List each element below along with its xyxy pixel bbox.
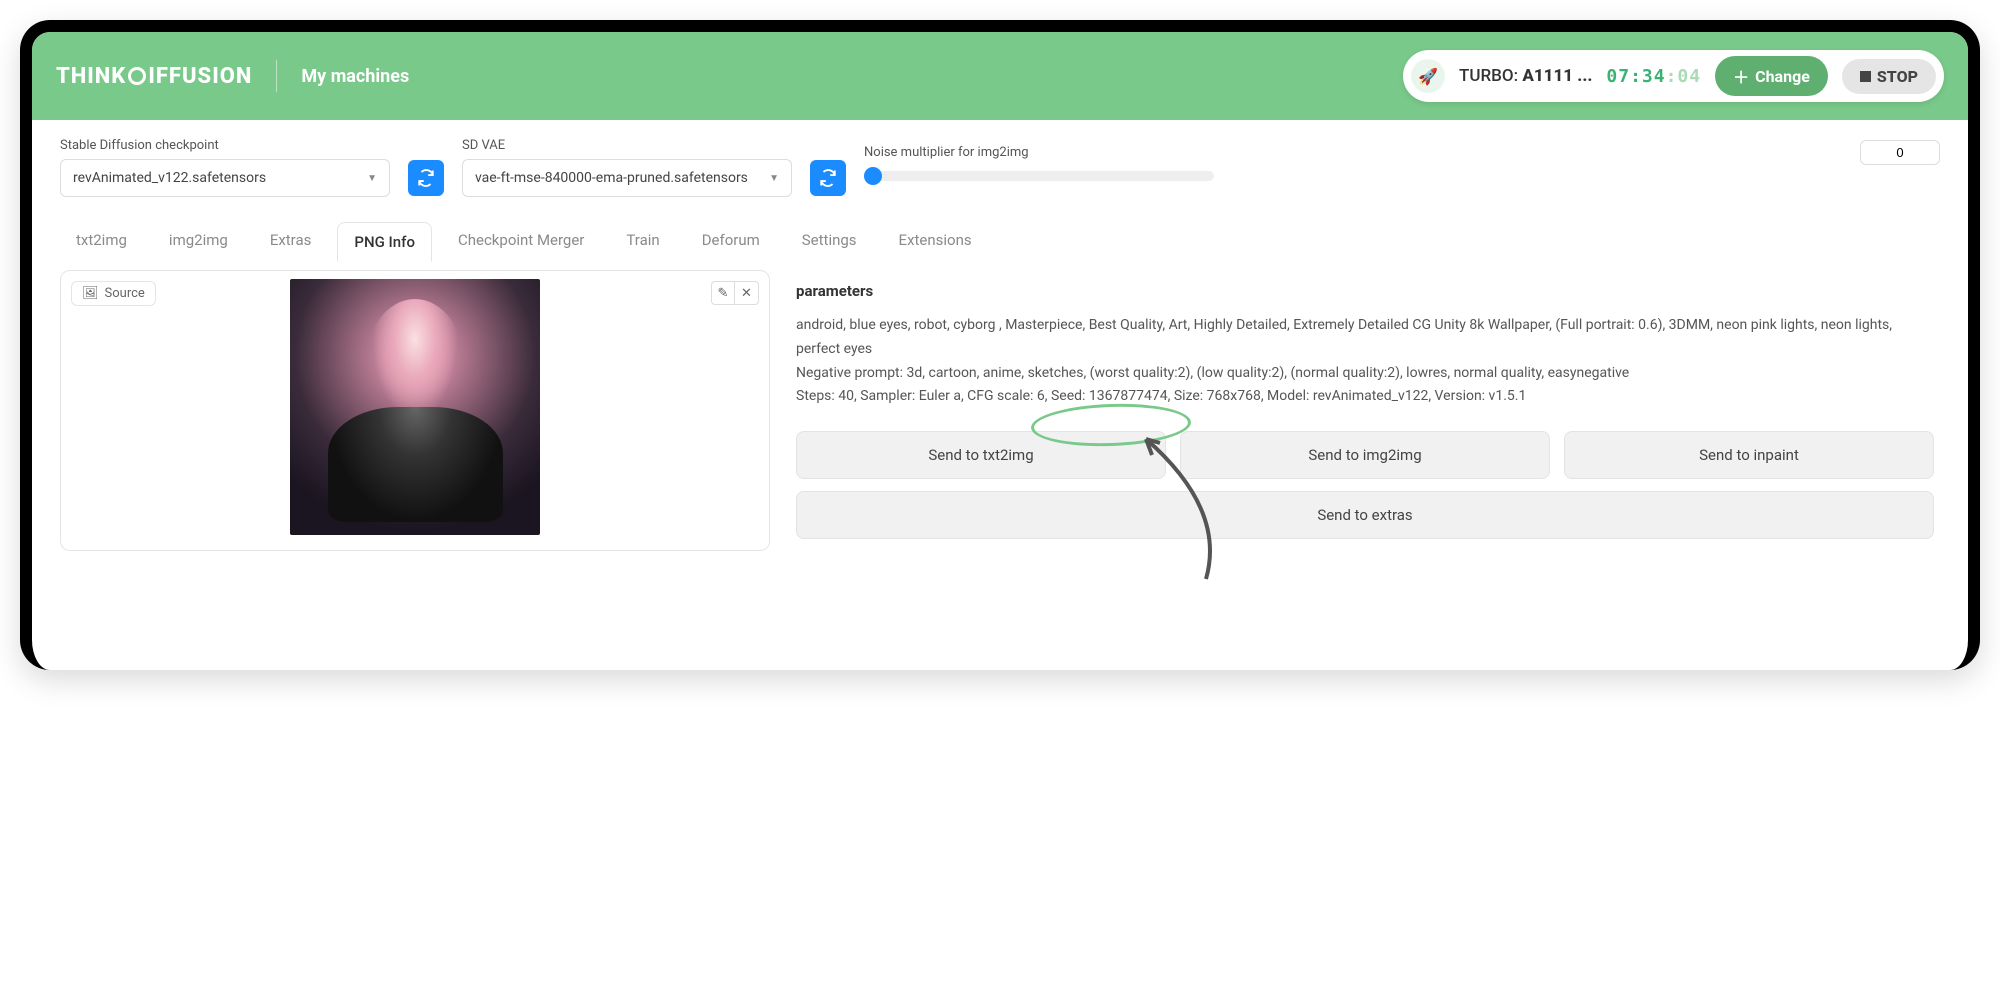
checkpoint-value: revAnimated_v122.safetensors	[73, 170, 266, 186]
parameters-text: android, blue eyes, robot, cyborg , Mast…	[796, 314, 1934, 409]
negative-prompt-text: Negative prompt: 3d, cartoon, anime, ske…	[796, 365, 1629, 381]
vae-field: SD VAE vae-ft-mse-840000-ema-pruned.safe…	[462, 138, 792, 197]
plus-icon: ＋	[1733, 64, 1749, 88]
send-to-img2img-button[interactable]: Send to img2img	[1180, 431, 1550, 479]
image-preview	[290, 279, 540, 535]
refresh-checkpoint-button[interactable]	[408, 160, 444, 196]
send-to-txt2img-button[interactable]: Send to txt2img	[796, 431, 1166, 479]
checkpoint-select[interactable]: revAnimated_v122.safetensors ▼	[60, 159, 390, 197]
noise-group: Noise multiplier for img2img	[864, 140, 1940, 181]
parameters-panel: parameters android, blue eyes, robot, cy…	[790, 270, 1940, 551]
clock-sec: :04	[1666, 66, 1702, 87]
refresh-icon	[417, 169, 435, 187]
app-frame: THINKIFFUSION My machines 🚀 TURBO: A1111…	[20, 20, 1980, 670]
tab-img2img[interactable]: img2img	[153, 221, 244, 261]
edit-image-button[interactable]: ✎	[711, 281, 735, 305]
refresh-vae-button[interactable]	[810, 160, 846, 196]
tab-png-info[interactable]: PNG Info	[337, 222, 432, 262]
turbo-value: A1111 ...	[1522, 66, 1592, 86]
divider	[276, 60, 277, 92]
stop-button[interactable]: STOP	[1842, 59, 1936, 94]
page-title: My machines	[301, 66, 409, 87]
noise-slider[interactable]	[864, 171, 1214, 181]
tabs: txt2img img2img Extras PNG Info Checkpoi…	[60, 221, 1940, 262]
tab-settings[interactable]: Settings	[786, 221, 873, 261]
source-badge: 🖼 Source	[71, 281, 156, 306]
metadata-text: Steps: 40, Sampler: Euler a, CFG scale: …	[796, 388, 1526, 404]
image-icon: 🖼	[82, 286, 99, 301]
send-buttons-row: Send to txt2img Send to img2img Send to …	[796, 431, 1934, 479]
prompt-text: android, blue eyes, robot, cyborg , Mast…	[796, 317, 1892, 357]
tab-deforum[interactable]: Deforum	[686, 221, 776, 261]
noise-input[interactable]	[1860, 140, 1940, 165]
parameters-title: parameters	[796, 282, 1934, 300]
change-button[interactable]: ＋ Change	[1715, 56, 1828, 96]
session-clock: 07:34:04	[1606, 66, 1701, 87]
tab-checkpoint-merger[interactable]: Checkpoint Merger	[442, 221, 600, 261]
vae-select[interactable]: vae-ft-mse-840000-ema-pruned.safetensors…	[462, 159, 792, 197]
logo: THINKIFFUSION	[56, 64, 252, 89]
stop-icon	[1860, 71, 1871, 82]
tab-txt2img[interactable]: txt2img	[60, 221, 143, 261]
tab-extensions[interactable]: Extensions	[883, 221, 988, 261]
panel-row: 🖼 Source ✎ ✕ parameters android, blue ey…	[60, 270, 1940, 551]
checkpoint-field: Stable Diffusion checkpoint revAnimated_…	[60, 138, 390, 197]
send-to-inpaint-button[interactable]: Send to inpaint	[1564, 431, 1934, 479]
controls-row: Stable Diffusion checkpoint revAnimated_…	[60, 138, 1940, 197]
stop-label: STOP	[1877, 67, 1918, 86]
topbar: THINKIFFUSION My machines 🚀 TURBO: A1111…	[32, 32, 1968, 120]
chevron-down-icon: ▼	[769, 173, 779, 184]
slider-thumb[interactable]	[864, 167, 882, 185]
vae-label: SD VAE	[462, 138, 792, 153]
source-label: Source	[105, 286, 145, 301]
content-area: Stable Diffusion checkpoint revAnimated_…	[32, 120, 1968, 569]
clock-hm: 07:34	[1606, 66, 1665, 87]
vae-value: vae-ft-mse-840000-ema-pruned.safetensors	[475, 170, 748, 186]
checkpoint-label: Stable Diffusion checkpoint	[60, 138, 390, 153]
logo-ring-icon	[128, 67, 146, 85]
tab-train[interactable]: Train	[610, 221, 675, 261]
chevron-down-icon: ▼	[367, 173, 377, 184]
status-pill: 🚀 TURBO: A1111 ... 07:34:04 ＋ Change STO…	[1403, 50, 1944, 102]
tab-extras[interactable]: Extras	[254, 221, 328, 261]
machine-label: TURBO: A1111 ...	[1459, 66, 1592, 86]
image-drop-panel[interactable]: 🖼 Source ✎ ✕	[60, 270, 770, 551]
refresh-icon	[819, 169, 837, 187]
rocket-icon: 🚀	[1411, 59, 1445, 93]
send-to-extras-button[interactable]: Send to extras	[796, 491, 1934, 539]
image-toolbar: ✎ ✕	[711, 281, 759, 305]
noise-label: Noise multiplier for img2img	[864, 145, 1029, 160]
clear-image-button[interactable]: ✕	[735, 281, 759, 305]
turbo-label: TURBO:	[1459, 66, 1518, 86]
change-label: Change	[1755, 67, 1810, 86]
